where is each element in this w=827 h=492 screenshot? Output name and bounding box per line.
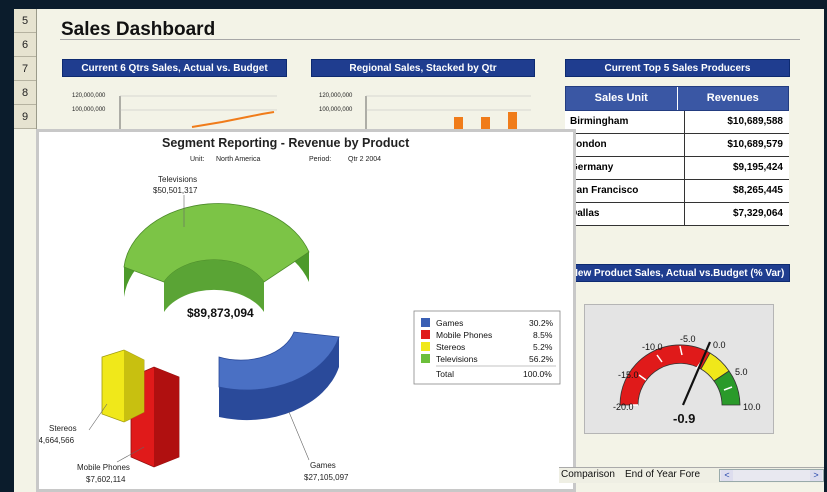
legend-pct: 5.2% [533,342,553,352]
legend-pct: 56.2% [529,354,554,364]
legend-pct: 8.5% [533,330,553,340]
qtrs-chart[interactable]: 120,000,000 100,000,000 [62,89,287,129]
gauge-label: 5.0 [735,367,748,377]
gauge-svg: -20.0 -15.0 -10.0 -5.0 0.0 5.0 10.0 -0.9 [613,334,761,426]
top5-table: Sales Unit Revenues Birmingham $10,689,58… [565,86,789,226]
period-label: Period: [309,156,331,163]
sheet-tab-comparison[interactable]: Comparison [561,469,615,480]
callout-line [288,411,310,461]
callout-mobile-name: Mobile Phones [77,463,130,472]
legend-label: Stereos [436,342,465,352]
regional-chart-svg [365,95,531,129]
segment-chart[interactable]: Segment Reporting - Revenue by Product U… [34,129,576,492]
chart-title: Segment Reporting - Revenue by Product [162,136,410,150]
table-row[interactable]: Germany $9,195,424 [565,157,789,180]
qtrs-chart-header: Current 6 Qtrs Sales, Actual vs. Budget [62,59,287,77]
legend-label: Televisions [436,354,478,364]
callout-stereos-name: Stereos [49,424,77,433]
app-window: 5 6 7 8 9 Sales Dashboard Current 6 Qtrs… [0,0,827,492]
table-row[interactable]: Birmingham $10,689,588 [565,111,789,134]
gauge-label: 10.0 [743,402,761,412]
column-header-sales-unit[interactable]: Sales Unit [566,87,678,110]
legend-swatch-stereos [421,342,430,351]
table-row[interactable]: San Francisco $8,265,445 [565,180,789,203]
bar [508,112,517,129]
new-product-header: New Product Sales, Actual vs.Budget (% V… [565,264,790,282]
row-header[interactable]: 8 [14,81,36,105]
revenue-cell: $7,329,064 [732,208,783,219]
callout-line [88,403,108,431]
unit-value: North America [216,156,260,163]
callout-games-value: $27,105,097 [304,473,349,482]
segment-stereos-side [124,350,144,422]
legend: Games 30.2% Mobile Phones 8.5% Stereos 5… [413,310,561,385]
segment-mobile-phones-side [154,367,179,467]
legend-total-pct: 100.0% [523,369,552,379]
revenue-cell: $10,689,579 [727,139,783,150]
sales-unit-cell: Germany [565,157,685,179]
callout-televisions-value: $50,501,317 [153,186,198,195]
legend-total-label: Total [436,369,454,379]
callout-televisions-name: Televisions [158,175,197,184]
title-divider [60,39,800,40]
sales-unit-cell: London [565,134,685,156]
gauge-label: -5.0 [680,334,696,344]
total-value: $89,873,094 [187,306,254,320]
horizontal-scrollbar[interactable]: < > [719,469,824,482]
sales-unit-cell: San Francisco [565,180,685,202]
segment-chart-svg: Segment Reporting - Revenue by Product U… [34,136,561,484]
row-headers: 5 6 7 8 9 [14,9,37,129]
legend-swatch-games [421,318,430,327]
callout-games-name: Games [310,461,336,470]
legend-pct: 30.2% [529,318,554,328]
revenue-cell: $8,265,445 [732,185,783,196]
actual-line [191,111,275,128]
revenue-cell: $9,195,424 [732,162,783,173]
regional-chart-header: Regional Sales, Stacked by Qtr [311,59,535,77]
table-row[interactable]: London $10,689,579 [565,134,789,157]
row-header[interactable]: 9 [14,105,36,129]
period-value: Qtr 2 2004 [348,156,381,163]
callout-mobile-value: $7,602,114 [86,475,126,484]
legend-label: Mobile Phones [436,330,492,340]
scroll-right-icon[interactable]: > [810,470,822,481]
legend-label: Games [436,318,463,328]
bar [454,117,463,129]
gauge-label: -15.0 [618,370,639,380]
revenue-cell: $10,689,588 [727,116,783,127]
legend-swatch-mobile-phones [421,330,430,339]
sheet-tab-end-of-year[interactable]: End of Year Fore [625,469,700,480]
gauge-value: -0.9 [673,411,695,426]
spreadsheet-area: 5 6 7 8 9 Sales Dashboard Current 6 Qtrs… [14,9,824,492]
gauge-panel[interactable]: -20.0 -15.0 -10.0 -5.0 0.0 5.0 10.0 -0.9 [584,304,774,434]
unit-label: Unit: [190,156,204,163]
row-header[interactable]: 7 [14,57,36,81]
scroll-left-icon[interactable]: < [721,470,733,481]
regional-chart[interactable]: 120,000,000 100,000,000 [311,89,535,129]
legend-swatch-televisions [421,354,430,363]
page-title: Sales Dashboard [61,19,216,40]
table-row[interactable]: Dallas $7,329,064 [565,203,789,226]
gauge-label: 0.0 [713,340,726,350]
sales-unit-cell: Birmingham [565,111,685,133]
table-header: Sales Unit Revenues [565,86,789,111]
sales-unit-cell: Dallas [565,203,685,225]
sheet-tab-bar: Comparison End of Year Fore < > [559,467,824,483]
qtrs-chart-svg [119,95,277,129]
row-header[interactable]: 6 [14,33,36,57]
gauge-label: -10.0 [642,342,663,352]
callout-stereos-value: $4,664,566 [39,436,75,445]
column-header-revenues[interactable]: Revenues [678,87,789,110]
row-header[interactable]: 5 [14,9,36,33]
bar [481,117,490,129]
gauge-label: -20.0 [613,402,634,412]
top5-header: Current Top 5 Sales Producers [565,59,790,77]
